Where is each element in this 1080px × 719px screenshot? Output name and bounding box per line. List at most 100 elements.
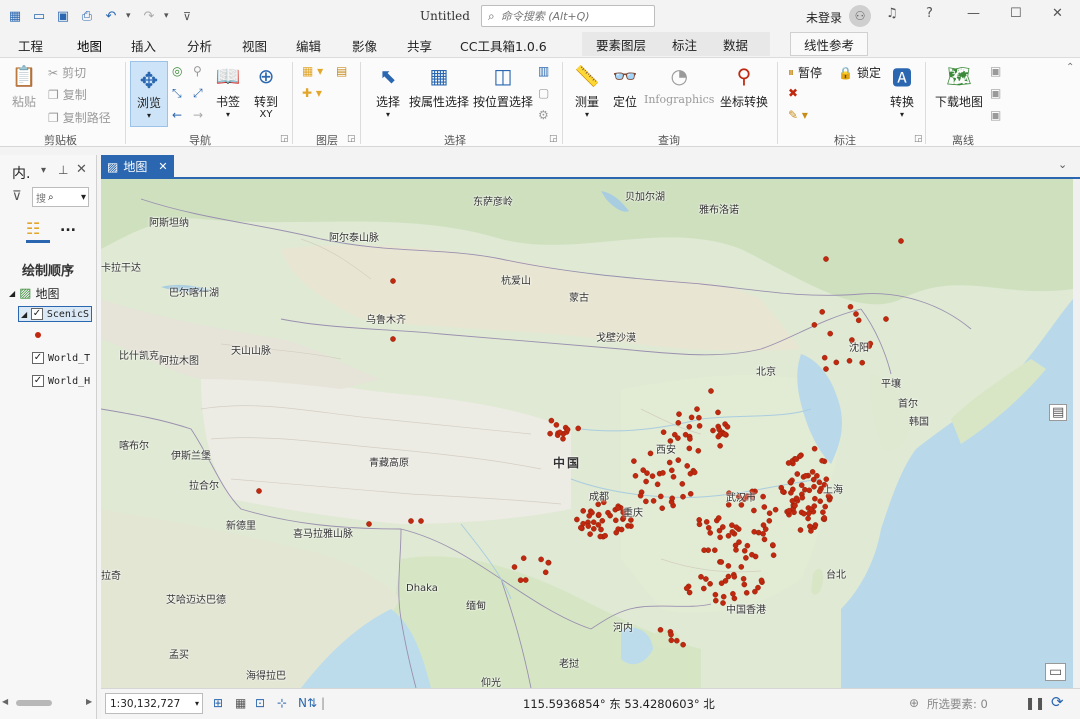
scenic-spot-point[interactable]: [366, 521, 372, 527]
scenic-spot-point[interactable]: [718, 580, 725, 587]
scenic-spot-point[interactable]: [599, 517, 606, 524]
scenic-spot-point[interactable]: [806, 510, 812, 517]
remove-offline-icon[interactable]: ▣: [990, 86, 1001, 100]
scenic-spot-point[interactable]: [817, 488, 823, 495]
scenic-spot-point[interactable]: [553, 422, 560, 428]
scenic-spot-point[interactable]: [686, 445, 693, 452]
scenic-spot-point[interactable]: [766, 517, 773, 524]
sync-icon[interactable]: ▣: [990, 64, 1001, 78]
scenic-spot-point[interactable]: [696, 423, 703, 429]
scenic-spot-point[interactable]: [713, 597, 719, 604]
coordinate-dropdown-icon[interactable]: |: [321, 696, 325, 710]
scenic-spot-point[interactable]: [647, 450, 654, 457]
scenic-spot-point[interactable]: [418, 518, 424, 524]
scenic-spot-point[interactable]: [705, 524, 712, 531]
scenic-spot-point[interactable]: [717, 442, 723, 449]
scenic-spot-point[interactable]: [675, 419, 682, 426]
undo-icon[interactable]: ↶: [102, 7, 120, 25]
scenic-spot-point[interactable]: [720, 593, 727, 600]
scenic-spot-point[interactable]: [668, 637, 675, 644]
command-search-input[interactable]: [500, 9, 641, 23]
scenic-spot-point[interactable]: [785, 460, 792, 466]
scenic-spot-point[interactable]: [741, 547, 748, 554]
scenic-spot-point[interactable]: [703, 576, 709, 582]
label-priority-icon[interactable]: ✎ ▾: [788, 108, 808, 122]
scenic-spot-point[interactable]: [846, 357, 853, 364]
scenic-spot-point[interactable]: [788, 489, 794, 496]
scenic-spot-point[interactable]: [817, 498, 824, 505]
dialog-launcher-icon[interactable]: ◲: [914, 134, 923, 144]
scenic-spot-point[interactable]: [632, 472, 639, 479]
scenic-spot-point[interactable]: [786, 507, 792, 514]
scenic-spot-point[interactable]: [607, 512, 613, 519]
scale-selector[interactable]: 1:30,132,727 ▾: [105, 693, 203, 714]
scenic-spot-point[interactable]: [794, 471, 801, 477]
scenic-spot-point[interactable]: [560, 435, 566, 442]
scenic-spot-point[interactable]: [643, 478, 649, 485]
scenic-spot-point[interactable]: [556, 429, 563, 436]
layer-visibility-checkbox[interactable]: ✓: [32, 352, 44, 364]
fixed-zoom-icon[interactable]: ⚲: [193, 64, 202, 78]
scenic-spot-point[interactable]: [660, 470, 666, 476]
search-dropdown-icon[interactable]: ▾: [81, 192, 88, 203]
north-arrow-icon[interactable]: N⇅: [298, 696, 317, 710]
scenic-spot-point[interactable]: [256, 488, 262, 494]
scenic-spot-point[interactable]: [814, 472, 820, 479]
scenic-spot-point[interactable]: [770, 542, 776, 548]
scenic-spot-point[interactable]: [643, 498, 649, 505]
scenic-spot-point[interactable]: [806, 487, 813, 494]
scenic-spot-point[interactable]: [819, 457, 825, 464]
scenic-spot-point[interactable]: [801, 510, 807, 517]
scenic-spot-point[interactable]: [740, 575, 747, 582]
contents-search-input[interactable]: 搜 ⌕ ▾: [32, 187, 89, 207]
scenic-spot-point[interactable]: [819, 309, 826, 315]
scenic-spot-point[interactable]: [522, 577, 529, 583]
scenic-spot-point[interactable]: [694, 406, 700, 412]
view-list-dropdown-icon[interactable]: ⌄: [1058, 158, 1067, 171]
redo-dropdown-icon[interactable]: ▾: [164, 11, 172, 21]
scenic-spot-point[interactable]: [811, 483, 817, 490]
grid-icon[interactable]: ⊞: [213, 696, 223, 710]
attributes-icon[interactable]: ▥: [538, 64, 549, 78]
scenic-spot-point[interactable]: [618, 526, 625, 533]
scenic-spot-point[interactable]: [520, 555, 527, 562]
scenic-spot-point[interactable]: [789, 498, 796, 504]
scenic-spot-point[interactable]: [390, 336, 396, 342]
scenic-spot-point[interactable]: [715, 409, 721, 416]
signin-status[interactable]: 未登录: [806, 9, 842, 26]
help-button[interactable]: ?: [926, 6, 933, 21]
customize-qat-icon[interactable]: ⊽: [178, 7, 196, 25]
scenic-spot-point[interactable]: [808, 528, 814, 534]
scenic-spot-point[interactable]: [637, 492, 644, 499]
select-by-attributes-button[interactable]: ▦ 按属性选择: [409, 62, 469, 110]
goto-xy-button[interactable]: ⊕ 转到 XY: [252, 62, 280, 120]
scenic-spot-point[interactable]: [827, 330, 834, 337]
scenic-spot-point[interactable]: [730, 590, 736, 597]
scenic-spot-point[interactable]: [660, 429, 667, 435]
scenic-spot-point[interactable]: [760, 530, 766, 537]
scenic-spot-point[interactable]: [587, 531, 593, 537]
scenic-spot-point[interactable]: [649, 473, 656, 479]
scenic-spot-point[interactable]: [744, 542, 751, 549]
download-map-button[interactable]: 🗺 下载地图: [935, 62, 983, 110]
scenic-spot-point[interactable]: [650, 498, 657, 504]
layer-visibility-checkbox[interactable]: ✓: [32, 375, 44, 387]
tab-insert[interactable]: 插入: [131, 36, 156, 55]
table-icon[interactable]: ▤: [1049, 404, 1068, 421]
refresh-icon[interactable]: ⟳: [1051, 693, 1064, 711]
scenic-spot-point[interactable]: [680, 641, 686, 648]
scenic-spot-point[interactable]: [580, 508, 587, 514]
scenic-spot-point[interactable]: [720, 524, 726, 530]
scroll-left-icon[interactable]: ◀: [2, 697, 8, 706]
convert-labels-button[interactable]: 🅰 转换 ▾: [888, 62, 916, 120]
scenic-spot-point[interactable]: [798, 482, 805, 489]
chat-icon[interactable]: ▭: [1045, 663, 1067, 681]
scenic-spot-point[interactable]: [823, 366, 829, 372]
scenic-spot-point[interactable]: [613, 529, 620, 536]
select-by-location-button[interactable]: ◫ 按位置选择: [473, 62, 533, 110]
dialog-launcher-icon[interactable]: ◲: [549, 134, 558, 144]
scenic-spot-point[interactable]: [883, 316, 889, 322]
basemap-icon[interactable]: ▦ ▾: [302, 64, 323, 78]
scenic-spot-point[interactable]: [675, 435, 681, 441]
scenic-spot-point[interactable]: [847, 304, 854, 310]
